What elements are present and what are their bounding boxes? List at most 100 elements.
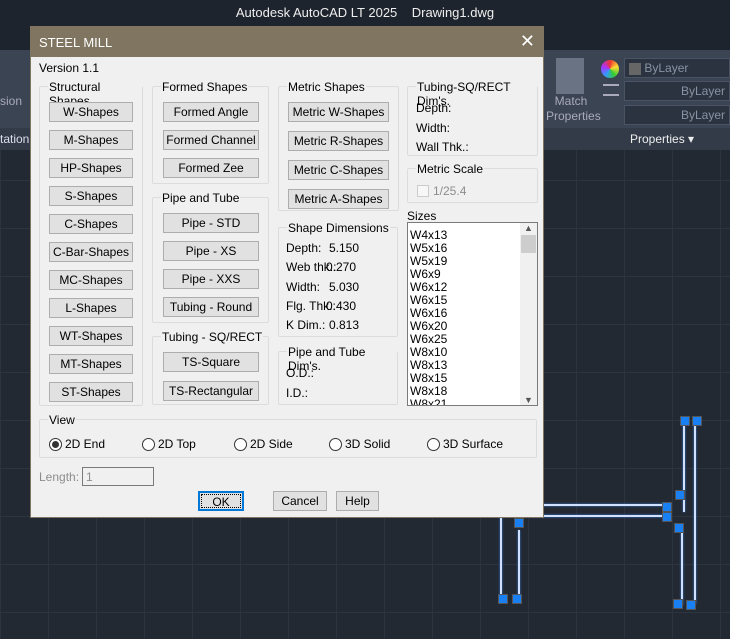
radio-circle[interactable] bbox=[234, 437, 247, 451]
sizes-label: Sizes bbox=[407, 209, 437, 223]
grip[interactable] bbox=[686, 600, 696, 610]
tubing-width-label: Width: bbox=[416, 121, 451, 135]
metric-w-shapes-button[interactable]: Metric W-Shapes bbox=[288, 102, 389, 122]
radio-label: 2D Side bbox=[250, 437, 293, 451]
s-shapes-button[interactable]: S-Shapes bbox=[49, 186, 133, 206]
metric-c-shapes-button[interactable]: Metric C-Shapes bbox=[288, 160, 389, 180]
help-button[interactable]: Help bbox=[336, 491, 379, 511]
formed-angle-button[interactable]: Formed Angle bbox=[163, 102, 259, 122]
version-label: Version 1.1 bbox=[39, 61, 100, 75]
dim-label: Width: bbox=[286, 279, 321, 294]
radio-label: 2D End bbox=[65, 437, 106, 451]
radio-circle[interactable] bbox=[142, 437, 155, 451]
metric-a-shapes-button[interactable]: Metric A-Shapes bbox=[288, 189, 389, 209]
formed-channel-button[interactable]: Formed Channel bbox=[163, 130, 259, 150]
polyline[interactable] bbox=[530, 504, 670, 506]
color-value: ByLayer bbox=[644, 61, 689, 75]
group-label: Formed Shapes bbox=[161, 80, 249, 94]
lineweight-select[interactable]: ByLayer bbox=[624, 105, 730, 125]
scroll-down-icon[interactable]: ▼ bbox=[520, 395, 537, 405]
polyline[interactable] bbox=[518, 530, 520, 600]
wt-shapes-button[interactable]: WT-Shapes bbox=[49, 326, 133, 346]
c-bar-shapes-button[interactable]: C-Bar-Shapes bbox=[49, 242, 133, 262]
match-properties-button[interactable]: Match Properties bbox=[546, 94, 601, 124]
close-icon[interactable]: ✕ bbox=[520, 31, 535, 52]
grip[interactable] bbox=[675, 490, 685, 500]
radio-2d-top[interactable]: 2D Top bbox=[142, 437, 196, 451]
polyline[interactable] bbox=[500, 510, 502, 600]
pipe-std-button[interactable]: Pipe - STD bbox=[163, 213, 259, 233]
group-label: Tubing - SQ/RECT bbox=[161, 330, 264, 344]
radio-3d-solid[interactable]: 3D Solid bbox=[329, 437, 390, 451]
ribbon-partial-label-2: tation bbox=[0, 132, 30, 146]
grip[interactable] bbox=[512, 594, 522, 604]
polyline[interactable] bbox=[530, 515, 665, 517]
tubing-depth-label: Depth: bbox=[416, 101, 452, 115]
properties-panel-title[interactable]: Properties ▾ bbox=[630, 132, 694, 146]
pipe-xxs-button[interactable]: Pipe - XXS bbox=[163, 269, 259, 289]
linetype-select[interactable]: ByLayer bbox=[624, 81, 730, 101]
ribbon-partial-label: sion bbox=[0, 94, 23, 108]
metric-r-shapes-button[interactable]: Metric R-Shapes bbox=[288, 131, 389, 151]
st-shapes-button[interactable]: ST-Shapes bbox=[49, 382, 133, 402]
ts-rectangular-button[interactable]: TS-Rectangular bbox=[163, 381, 259, 401]
grip[interactable] bbox=[674, 523, 684, 533]
w-shapes-button[interactable]: W-Shapes bbox=[49, 102, 133, 122]
dialog-titlebar[interactable]: STEEL MILL ✕ bbox=[31, 27, 543, 57]
pipe-xs-button[interactable]: Pipe - XS bbox=[163, 241, 259, 261]
radio-circle[interactable] bbox=[329, 437, 342, 451]
length-label: Length: bbox=[39, 470, 80, 484]
id-label: I.D.: bbox=[286, 386, 309, 400]
grip[interactable] bbox=[673, 599, 683, 609]
od-label: O.D.: bbox=[286, 366, 315, 380]
color-wheel-icon bbox=[601, 60, 619, 78]
radio-circle[interactable] bbox=[49, 437, 62, 451]
match-properties-icon[interactable] bbox=[556, 58, 584, 94]
grip[interactable] bbox=[662, 502, 672, 512]
metric-scale-checkbox[interactable]: 1/25.4 bbox=[417, 184, 466, 198]
tubing-wall-label: Wall Thk.: bbox=[416, 140, 469, 154]
formed-zee-button[interactable]: Formed Zee bbox=[163, 158, 259, 178]
mc-shapes-button[interactable]: MC-Shapes bbox=[49, 270, 133, 290]
l-shapes-button[interactable]: L-Shapes bbox=[49, 298, 133, 318]
c-shapes-button[interactable]: C-Shapes bbox=[49, 214, 133, 234]
mt-shapes-button[interactable]: MT-Shapes bbox=[49, 354, 133, 374]
dim-value: 5.030 bbox=[328, 279, 359, 294]
lineweight-value: ByLayer bbox=[680, 108, 725, 122]
grip[interactable] bbox=[662, 512, 672, 522]
sizes-listbox[interactable]: W4x13 W5x16 W5x19 W6x9 W6x12 W6x15 W6x16 W6x20 W… bbox=[407, 222, 538, 406]
grip[interactable] bbox=[498, 594, 508, 604]
grip[interactable] bbox=[680, 416, 690, 426]
scrollbar[interactable]: ▲ ▼ bbox=[520, 223, 537, 405]
ts-square-button[interactable]: TS-Square bbox=[163, 352, 259, 372]
grip[interactable] bbox=[514, 518, 524, 528]
length-input[interactable]: 1 bbox=[82, 467, 154, 486]
hp-shapes-button[interactable]: HP-Shapes bbox=[49, 158, 133, 178]
radio-label: 2D Top bbox=[158, 437, 196, 451]
polyline[interactable] bbox=[681, 530, 683, 605]
linetype-value: ByLayer bbox=[680, 84, 725, 98]
radio-2d-side[interactable]: 2D Side bbox=[234, 437, 293, 451]
checkbox-box[interactable] bbox=[417, 185, 429, 197]
tubing-round-button[interactable]: Tubing - Round bbox=[163, 297, 259, 317]
group-label: Metric Scale bbox=[416, 162, 485, 176]
scroll-up-icon[interactable]: ▲ bbox=[520, 223, 537, 233]
dim-value: 0.813 bbox=[328, 318, 359, 333]
dim-label: Depth: bbox=[286, 241, 322, 255]
radio-circle[interactable] bbox=[427, 437, 440, 451]
size-list-item[interactable]: W8x21 bbox=[408, 398, 537, 406]
grip[interactable] bbox=[692, 416, 702, 426]
m-shapes-button[interactable]: M-Shapes bbox=[49, 130, 133, 150]
app-title: Autodesk AutoCAD LT 2025 Drawing1.dwg bbox=[235, 5, 495, 20]
radio-3d-surface[interactable]: 3D Surface bbox=[427, 437, 503, 451]
scroll-thumb[interactable] bbox=[521, 235, 536, 253]
group-label: Pipe and Tube bbox=[161, 191, 241, 205]
lineweight-icon bbox=[603, 84, 619, 96]
ok-button[interactable]: OK bbox=[198, 491, 244, 511]
polyline[interactable] bbox=[694, 422, 696, 604]
dialog-title: STEEL MILL bbox=[39, 35, 113, 50]
radio-label: 3D Surface bbox=[443, 437, 504, 451]
cancel-button[interactable]: Cancel bbox=[273, 491, 327, 511]
radio-2d-end[interactable]: 2D End bbox=[49, 437, 105, 451]
color-select[interactable]: ByLayer bbox=[624, 58, 730, 78]
